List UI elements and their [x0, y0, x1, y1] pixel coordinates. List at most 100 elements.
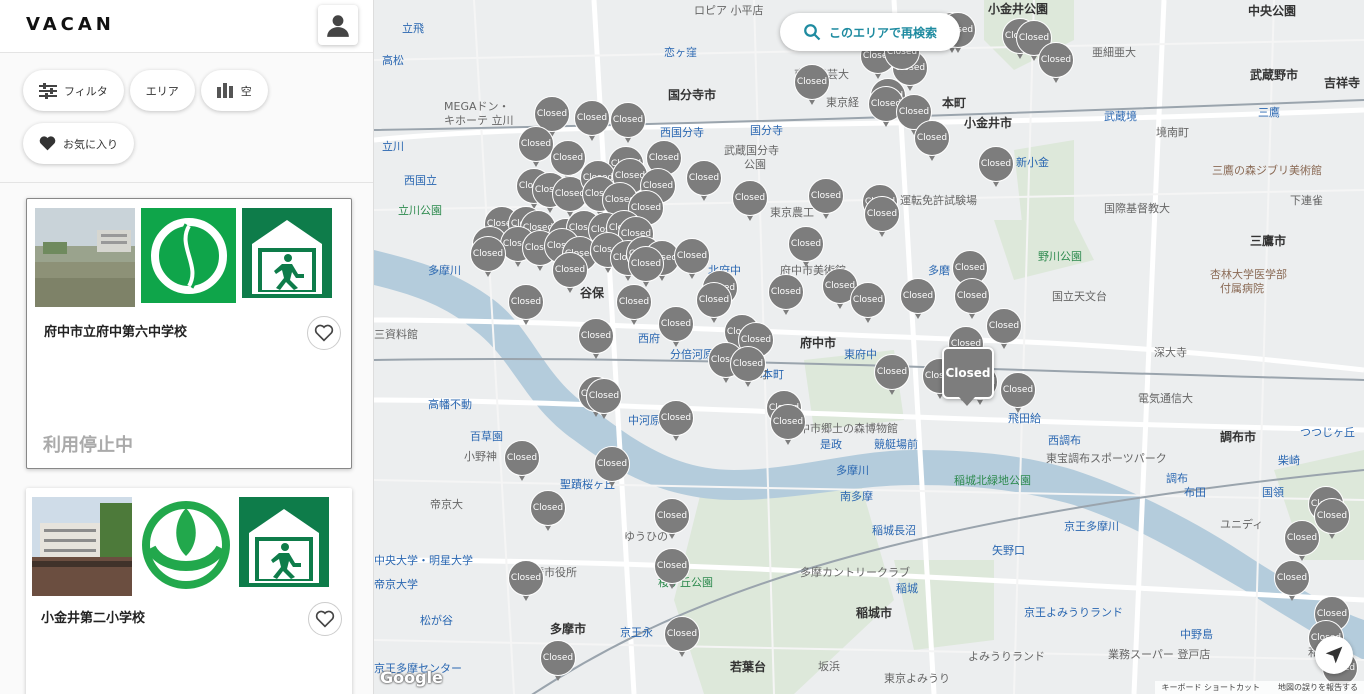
map-label: 調布市 [1220, 430, 1257, 444]
closed-facility-pin[interactable]: Closed [900, 278, 936, 322]
map-label: 高松 [382, 54, 404, 67]
closed-facility-pin[interactable]: Closed [768, 274, 804, 318]
map-label: 下連雀 [1290, 194, 1323, 207]
closed-facility-pin[interactable]: Closed [616, 284, 652, 328]
pin-label: Closed [874, 354, 910, 390]
favorite-toggle[interactable] [307, 316, 341, 350]
city-emblem [138, 497, 233, 592]
pin-label: Closed [594, 446, 630, 482]
map-label: 坂浜 [818, 660, 840, 673]
closed-facility-pin[interactable]: Closed [954, 278, 990, 322]
map-label: 西調布 [1048, 434, 1081, 447]
closed-facility-pin[interactable]: Closed [658, 400, 694, 444]
map-label: 南多摩 [840, 490, 873, 503]
closed-facility-pin[interactable]: Closed [1284, 520, 1320, 564]
closed-facility-pin[interactable]: Closed [1038, 42, 1074, 86]
closed-facility-pin[interactable]: Closed [654, 548, 690, 592]
map-label: 東宝調布スポーツパーク [1046, 452, 1167, 465]
closed-facility-pin[interactable]: Closed [864, 196, 900, 240]
map[interactable]: 立飛 高松 MEGAドン・ キホーテ 立川 立川 西国立 立川公園 多摩川 国分… [374, 0, 1364, 694]
report-error-link[interactable]: 地図の誤りを報告する [1278, 682, 1358, 693]
map-label: 東府中 [844, 348, 877, 361]
pin-label: Closed [900, 278, 936, 314]
map-label: 中河原 [628, 414, 661, 427]
map-label: 付属病院 [1220, 282, 1264, 295]
closed-facility-pin[interactable]: Closed [610, 102, 646, 146]
closed-facility-pin[interactable]: Closed [518, 126, 554, 170]
map-label: 国分寺市 [668, 88, 717, 102]
closed-facility-pin[interactable]: Closed [732, 180, 768, 224]
closed-facility-pin[interactable]: Closed [1274, 560, 1310, 604]
closed-facility-pin[interactable]: Closed [808, 178, 844, 222]
closed-facility-pin[interactable]: Closed [654, 498, 690, 542]
map-label: 立川公園 [398, 204, 442, 217]
filter-button[interactable]: フィルタ [23, 70, 124, 111]
map-label: 三鷹 [1258, 106, 1280, 119]
closed-facility-pin[interactable]: Closed [770, 404, 806, 448]
closed-facility-pin[interactable]: Closed [530, 490, 566, 534]
pin-label: Closed [732, 180, 768, 216]
closed-facility-pin[interactable]: Closed [850, 282, 886, 326]
map-label: 電気通信大 [1138, 392, 1193, 405]
closed-facility-pin[interactable]: Closed [1000, 372, 1036, 416]
pin-label: Closed [578, 318, 614, 354]
status-text: 利用停止中 [43, 435, 133, 456]
search-this-area-button[interactable]: このエリアで再検索 [780, 13, 960, 51]
map-label: 西国立 [404, 174, 437, 187]
keyboard-shortcuts-link[interactable]: キーボード ショートカット [1161, 682, 1260, 693]
account-button[interactable] [318, 5, 358, 45]
pin-label: Closed [504, 440, 540, 476]
closed-facility-pin[interactable]: Closed [986, 308, 1022, 352]
vacan-logo[interactable]: VACAN [26, 14, 115, 35]
closed-facility-pin[interactable]: Closed [508, 284, 544, 328]
facility-card[interactable]: 府中市立府中第六中学校 利用停止中 [26, 198, 352, 469]
closed-facility-pin[interactable]: Closed [686, 160, 722, 204]
pin-label: Closed [664, 616, 700, 652]
map-label: 百草園 [470, 430, 503, 443]
closed-facility-pin[interactable]: Closed [658, 306, 694, 350]
area-button[interactable]: エリア [129, 70, 195, 111]
map-label: 帝京大学 [374, 578, 418, 591]
map-label: 京王多摩川 [1064, 520, 1119, 533]
facility-card[interactable]: 小金井第二小学校 [26, 488, 352, 694]
closed-facility-pin[interactable]: Closed [540, 640, 576, 684]
map-label: 松が谷 [420, 614, 453, 627]
closed-facility-pin[interactable]: Closed [874, 354, 910, 398]
vacancy-button[interactable]: 空 [200, 70, 268, 111]
selected-pin-tail [959, 397, 975, 406]
map-label: 若葉台 [730, 660, 767, 674]
closed-facility-pin[interactable]: Closed [730, 346, 766, 390]
closed-facility-pin[interactable]: Closed [794, 64, 830, 108]
topbar: VACAN [0, 0, 373, 53]
closed-facility-pin[interactable]: Closed [594, 446, 630, 490]
closed-facility-pin[interactable]: Closed [470, 236, 506, 280]
selected-facility-pin[interactable]: Closed [942, 347, 994, 399]
pin-label: Closed [954, 278, 990, 314]
closed-facility-pin[interactable]: Closed [586, 378, 622, 422]
map-label: 三資料館 [374, 328, 418, 341]
sidebar: VACAN フィルタ エリア 空 お気に入り 府中市立府中第六中学校 利用停止中… [0, 0, 374, 694]
map-label: 中央公園 [1248, 4, 1297, 18]
closed-facility-pin[interactable]: Closed [508, 560, 544, 604]
closed-facility-pin[interactable]: Closed [914, 120, 950, 164]
facility-name: 府中市立府中第六中学校 [44, 325, 188, 340]
map-label: よみうりランド [968, 650, 1045, 663]
closed-facility-pin[interactable]: Closed [788, 226, 824, 270]
map-label: 業務スーパー 登戸店 [1108, 648, 1211, 661]
card-images [32, 497, 329, 596]
favorites-button[interactable]: お気に入り [23, 123, 134, 164]
closed-facility-pin[interactable]: Closed [552, 252, 588, 296]
navigation-arrow-icon [1325, 646, 1343, 664]
map-attribution: キーボード ショートカット 地図の誤りを報告する [1155, 681, 1364, 694]
my-location-button[interactable] [1315, 636, 1353, 674]
map-label: 柴崎 [1278, 454, 1300, 467]
heart-outline-icon [314, 324, 334, 342]
closed-facility-pin[interactable]: Closed [574, 100, 610, 144]
favorite-toggle[interactable] [308, 602, 342, 636]
closed-facility-pin[interactable]: Closed [578, 318, 614, 362]
closed-facility-pin[interactable]: Closed [664, 616, 700, 660]
map-label: 国領 [1262, 486, 1284, 499]
closed-facility-pin[interactable]: Closed [978, 146, 1014, 190]
closed-facility-pin[interactable]: Closed [504, 440, 540, 484]
pin-label: Closed [864, 196, 900, 232]
